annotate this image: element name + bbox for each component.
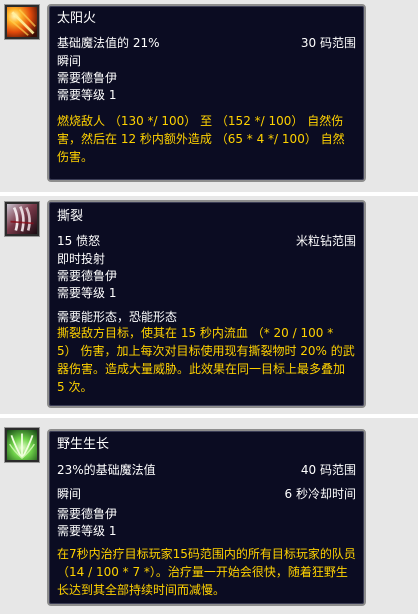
- tooltip-lacerate: 撕裂 15 愤怒 米粒钻范围 即时投射 需要德鲁伊 需要等级 1 需要能形态，恐…: [47, 200, 366, 408]
- spell-requires-class: 需要德鲁伊: [57, 269, 118, 283]
- spell-cost-range-row: 基础魔法值的 21% 30 码范围: [57, 35, 356, 51]
- spell-range: 米粒钻范围: [295, 234, 356, 248]
- spell-cost: 基础魔法值的 21%: [57, 36, 160, 50]
- spell-requires-class: 需要德鲁伊: [57, 71, 118, 85]
- spell-requires-class: 需要德鲁伊: [57, 507, 118, 521]
- spell-description: 撕裂敌方目标，使其在 15 秒内流血 （* 20 / 100 * 5） 伤害，加…: [57, 326, 355, 394]
- spell-cast-time: 即时投射: [57, 252, 106, 266]
- spell-range: 30 码范围: [300, 36, 356, 50]
- wild-growth-icon[interactable]: [5, 428, 39, 462]
- spell-cost: 15 愤怒: [57, 234, 101, 248]
- tooltip-sunfire: 太阳火 基础魔法值的 21% 30 码范围 瞬间 需要德鲁伊 需要等级 1 燃烧…: [47, 4, 366, 182]
- spell-cast-time: 瞬间: [57, 487, 82, 501]
- spell-description: 在7秒内治疗目标玩家15码范围内的所有目标玩家的队员 （14 / 100 * 7…: [57, 547, 356, 597]
- spell-requires-level: 需要等级 1: [57, 524, 117, 538]
- tooltip-wild-growth: 野生生长 23%的基础魔法值 40 码范围 瞬间 6 秒冷却时间 需要德鲁伊 需…: [47, 429, 366, 606]
- spell-name: 野生生长: [57, 437, 110, 452]
- spell-requires-level: 需要等级 1: [57, 88, 117, 102]
- spell-cast-time: 瞬间: [57, 54, 82, 68]
- spell-range: 40 码范围: [300, 463, 356, 477]
- spell-requires-form: 需要能形态，恐能形态: [57, 310, 178, 324]
- spell-cost: 23%的基础魔法值: [57, 463, 156, 477]
- spell-cast-cooldown-row: 瞬间 6 秒冷却时间: [57, 486, 356, 502]
- spell-name: 撕裂: [57, 209, 84, 224]
- sunfire-icon[interactable]: [5, 5, 39, 39]
- spell-name: 太阳火: [57, 11, 97, 26]
- spell-cooldown: 6 秒冷却时间: [284, 487, 356, 501]
- spell-description: 燃烧敌人 （130 */ 100） 至 （152 */ 100） 自然伤害，然后…: [57, 114, 345, 164]
- spell-cost-range-row: 15 愤怒 米粒钻范围: [57, 233, 356, 249]
- spell-cost-range-row: 23%的基础魔法值 40 码范围: [57, 462, 356, 478]
- lacerate-icon[interactable]: [5, 202, 39, 236]
- spell-requires-level: 需要等级 1: [57, 286, 117, 300]
